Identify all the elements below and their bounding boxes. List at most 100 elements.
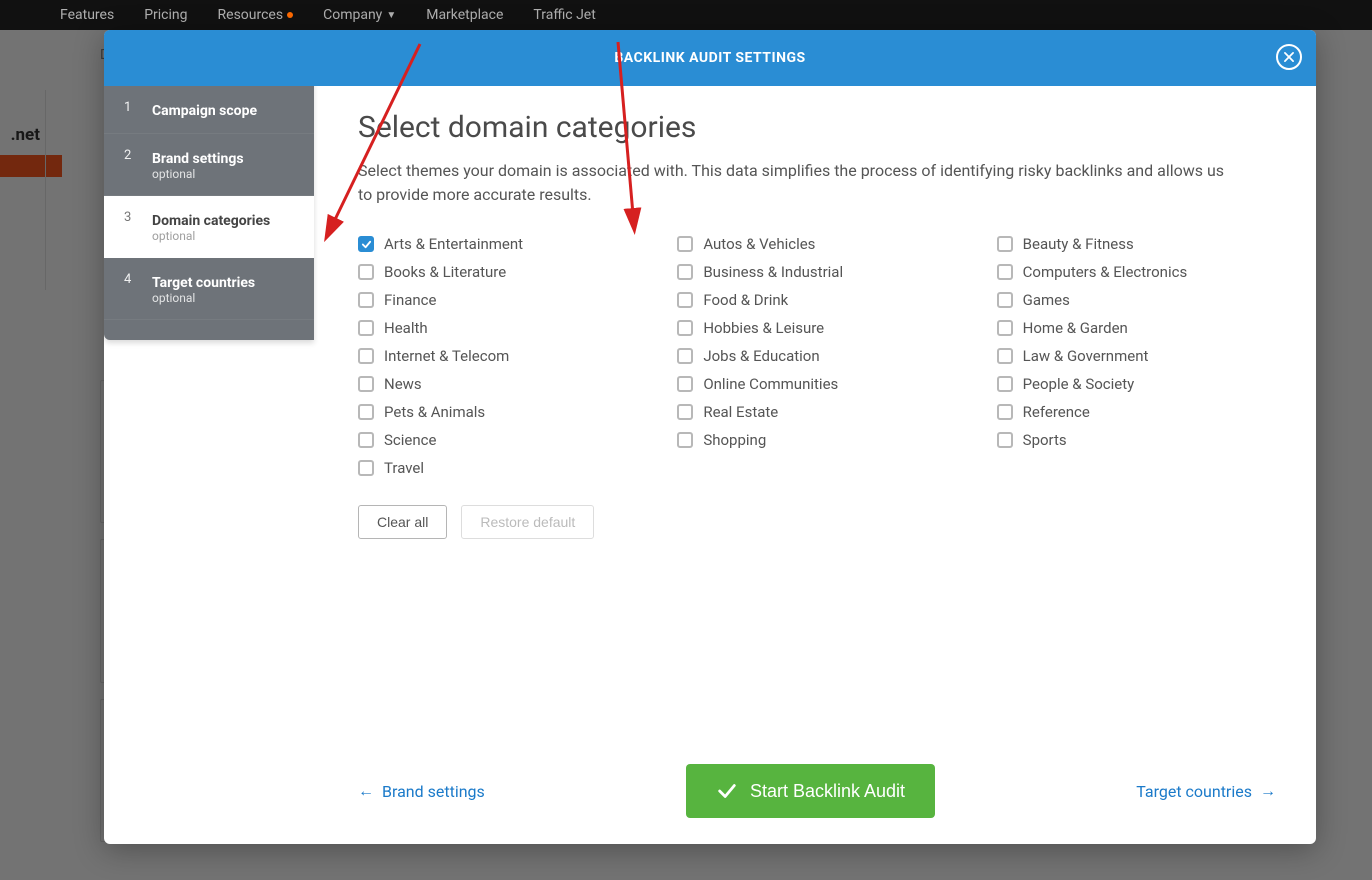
step-label: Domain categories [152,213,270,229]
category-label: Internet & Telecom [384,347,509,365]
wizard-step-2[interactable]: 2 Brand settings optional [104,134,314,196]
category-label: Law & Government [1023,347,1149,365]
category-checkbox-item[interactable]: Beauty & Fitness [997,235,1276,253]
prev-step-link[interactable]: ← Brand settings [358,781,485,801]
wizard-step-1[interactable]: 1 Campaign scope [104,86,314,134]
category-checkbox-item[interactable]: Finance [358,291,637,309]
checkbox[interactable] [997,432,1013,448]
checkbox[interactable] [997,320,1013,336]
checkbox[interactable] [358,236,374,252]
category-checkbox-item[interactable]: Arts & Entertainment [358,235,637,253]
category-label: Arts & Entertainment [384,235,523,253]
category-label: Online Communities [703,375,838,393]
step-label: Target countries [152,275,255,291]
top-nav: Features Pricing Resources Company ▼ Mar… [0,0,1372,30]
checkbox[interactable] [677,292,693,308]
restore-default-button[interactable]: Restore default [461,505,594,539]
step-label: Campaign scope [152,103,257,119]
checkbox[interactable] [997,292,1013,308]
checkbox[interactable] [358,376,374,392]
category-label: Science [384,431,436,449]
nav-marketplace[interactable]: Marketplace [426,7,503,23]
category-checkbox-item[interactable]: Books & Literature [358,263,637,281]
category-checkbox-item[interactable]: Shopping [677,431,956,449]
checkbox[interactable] [997,236,1013,252]
checkbox[interactable] [358,460,374,476]
category-checkbox-item[interactable]: Sports [997,431,1276,449]
category-label: Travel [384,459,424,477]
category-label: Pets & Animals [384,403,485,421]
step-optional-label: optional [152,229,270,243]
category-label: Health [384,319,428,337]
checkbox[interactable] [677,376,693,392]
checkbox[interactable] [358,292,374,308]
checkbox[interactable] [997,264,1013,280]
checkbox[interactable] [997,376,1013,392]
nav-pricing[interactable]: Pricing [144,7,187,23]
category-checkbox-item[interactable]: Reference [997,403,1276,421]
category-label: Computers & Electronics [1023,263,1188,281]
checkmark-icon [361,239,372,250]
category-checkbox-item[interactable]: Travel [358,459,637,477]
arrow-right-icon: → [1260,781,1276,801]
wizard-step-3[interactable]: 3 Domain categories optional [104,196,314,258]
category-checkbox-item[interactable]: Computers & Electronics [997,263,1276,281]
step-number: 4 [124,272,138,305]
next-step-link[interactable]: Target countries → [1136,781,1276,801]
section-description: Select themes your domain is associated … [358,159,1238,207]
chevron-down-icon: ▼ [386,10,396,21]
checkbox[interactable] [677,348,693,364]
category-label: Food & Drink [703,291,788,309]
category-checkbox-item[interactable]: Food & Drink [677,291,956,309]
nav-trafficjet[interactable]: Traffic Jet [533,7,595,23]
category-checkbox-item[interactable]: Real Estate [677,403,956,421]
close-button[interactable] [1276,44,1302,70]
section-title: Select domain categories [358,110,1276,145]
category-checkbox-item[interactable]: Internet & Telecom [358,347,637,365]
category-checkbox-item[interactable]: Games [997,291,1276,309]
checkbox[interactable] [358,320,374,336]
category-checkbox-item[interactable]: People & Society [997,375,1276,393]
step-number: 3 [124,210,138,243]
checkbox[interactable] [997,348,1013,364]
checkbox[interactable] [358,264,374,280]
modal-title: BACKLINK AUDIT SETTINGS [614,50,805,66]
nav-resources[interactable]: Resources [218,7,294,23]
nav-features[interactable]: Features [60,7,114,23]
check-icon [716,780,738,802]
checkbox[interactable] [677,236,693,252]
checkbox[interactable] [358,404,374,420]
nav-company[interactable]: Company ▼ [323,7,396,23]
checkbox[interactable] [677,320,693,336]
clear-all-button[interactable]: Clear all [358,505,447,539]
category-label: Beauty & Fitness [1023,235,1134,253]
category-checkbox-item[interactable]: Online Communities [677,375,956,393]
category-label: Autos & Vehicles [703,235,815,253]
category-checkbox-item[interactable]: Autos & Vehicles [677,235,956,253]
category-grid: Arts & Entertainment Autos & Vehicles Be… [358,235,1276,477]
category-checkbox-item[interactable]: Business & Industrial [677,263,956,281]
checkbox[interactable] [358,432,374,448]
category-checkbox-item[interactable]: Health [358,319,637,337]
category-label: People & Society [1023,375,1135,393]
step-number: 2 [124,148,138,181]
checkbox[interactable] [677,404,693,420]
start-backlink-audit-button[interactable]: Start Backlink Audit [686,764,935,818]
checkbox[interactable] [677,432,693,448]
category-label: Sports [1023,431,1067,449]
category-checkbox-item[interactable]: Law & Government [997,347,1276,365]
category-checkbox-item[interactable]: News [358,375,637,393]
category-label: Finance [384,291,436,309]
category-checkbox-item[interactable]: Hobbies & Leisure [677,319,956,337]
step-number: 1 [124,100,138,119]
category-checkbox-item[interactable]: Home & Garden [997,319,1276,337]
checkbox[interactable] [997,404,1013,420]
category-label: Jobs & Education [703,347,819,365]
step-optional-label: optional [152,291,255,305]
checkbox[interactable] [677,264,693,280]
category-checkbox-item[interactable]: Jobs & Education [677,347,956,365]
category-checkbox-item[interactable]: Science [358,431,637,449]
checkbox[interactable] [358,348,374,364]
category-checkbox-item[interactable]: Pets & Animals [358,403,637,421]
wizard-step-4[interactable]: 4 Target countries optional [104,258,314,320]
